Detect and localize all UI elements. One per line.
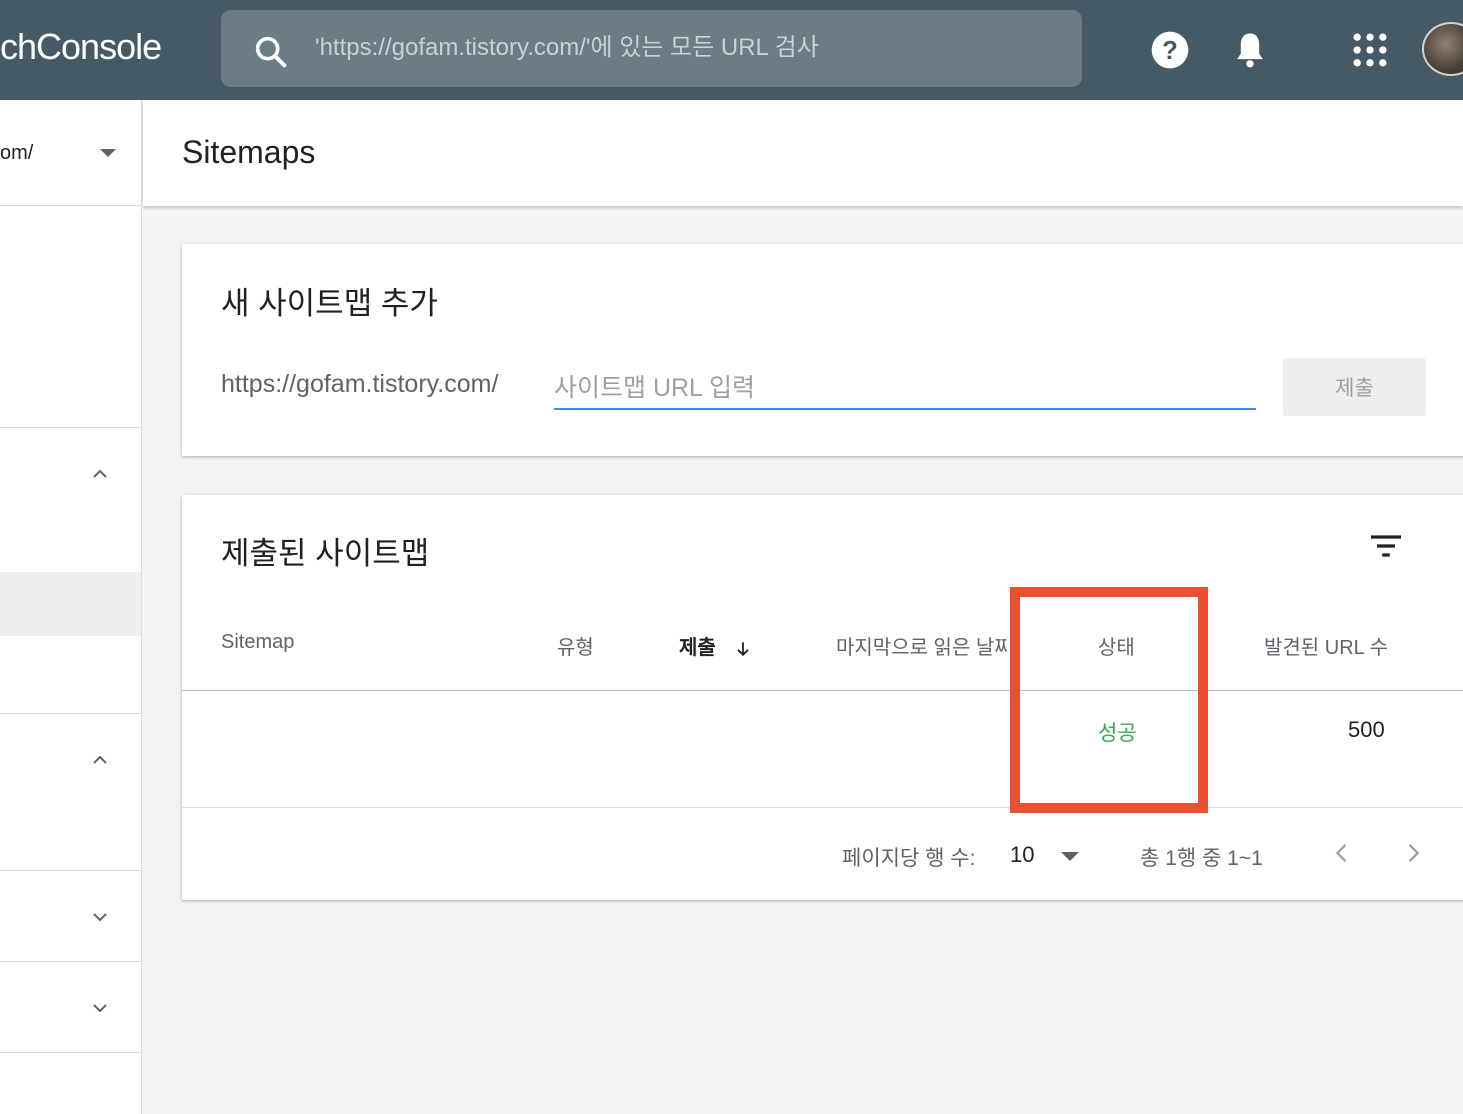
sidebar-divider <box>0 1052 141 1053</box>
filter-icon[interactable] <box>1368 531 1404 561</box>
sidebar: om/ <box>0 100 142 1114</box>
top-app-bar: chConsole ? <box>0 0 1463 100</box>
sidebar-divider <box>0 870 141 871</box>
search-icon[interactable] <box>251 32 291 72</box>
rows-per-page-label: 페이지당 행 수: <box>842 847 976 870</box>
property-selector[interactable]: om/ <box>0 100 141 206</box>
page-header: Sitemaps <box>143 100 1463 206</box>
submit-sitemap-button[interactable]: 제출 <box>1283 358 1426 416</box>
help-icon[interactable]: ? <box>1148 28 1192 72</box>
submitted-sitemaps-card: 제출된 사이트맵 Sitemap 유형 제출 마지막으로 읽은 날짜 상태 발견… <box>182 495 1463 900</box>
svg-text:?: ? <box>1162 37 1178 65</box>
table-header-divider <box>182 690 1463 691</box>
sitemap-url-prefix: https://gofam.tistory.com/ <box>221 370 499 398</box>
status-badge: 성공 <box>1098 722 1137 745</box>
chevron-up-icon[interactable] <box>88 462 112 486</box>
sidebar-divider <box>0 427 141 428</box>
chevron-up-icon[interactable] <box>88 748 112 772</box>
table-row-divider <box>182 807 1463 808</box>
column-header-submitted[interactable]: 제출 <box>679 631 753 660</box>
chevron-down-icon[interactable] <box>88 905 112 929</box>
url-inspection-search[interactable] <box>221 10 1082 87</box>
sort-descending-icon <box>737 642 750 656</box>
column-header-type[interactable]: 유형 <box>557 631 594 660</box>
sitemap-url-input[interactable] <box>554 368 1256 410</box>
sidebar-item-selected[interactable] <box>0 572 141 636</box>
search-input[interactable] <box>315 28 1055 68</box>
column-header-status[interactable]: 상태 <box>1098 631 1135 660</box>
chevron-down-icon[interactable] <box>88 996 112 1020</box>
sidebar-divider <box>0 961 141 962</box>
next-page-icon[interactable] <box>1399 838 1427 868</box>
dropdown-caret-icon <box>100 149 116 157</box>
app-brand[interactable]: chConsole <box>0 26 162 68</box>
column-header-found-urls[interactable]: 발견된 URL 수 <box>1264 631 1388 660</box>
account-avatar[interactable] <box>1422 22 1463 76</box>
apps-grid-icon[interactable] <box>1348 28 1392 72</box>
column-header-submitted-label: 제출 <box>679 637 716 659</box>
previous-page-icon[interactable] <box>1328 838 1356 868</box>
pagination-range: 총 1행 중 1~1 <box>1140 847 1263 870</box>
sidebar-divider <box>0 713 141 714</box>
property-label: om/ <box>0 142 34 164</box>
rows-per-page-select[interactable]: 10 <box>1010 842 1034 868</box>
submitted-sitemaps-title: 제출된 사이트맵 <box>221 536 430 571</box>
notification-bell-icon[interactable] <box>1228 28 1272 72</box>
page-title: Sitemaps <box>182 134 316 170</box>
add-sitemap-title: 새 사이트맵 추가 <box>221 286 438 321</box>
column-header-sitemap[interactable]: Sitemap <box>221 631 294 654</box>
rows-per-page-caret-icon[interactable] <box>1061 852 1079 861</box>
add-sitemap-card: 새 사이트맵 추가 https://gofam.tistory.com/ 제출 <box>182 244 1463 456</box>
column-header-last-read[interactable]: 마지막으로 읽은 날짜 <box>836 631 1008 660</box>
found-url-count: 500 <box>1348 717 1385 742</box>
